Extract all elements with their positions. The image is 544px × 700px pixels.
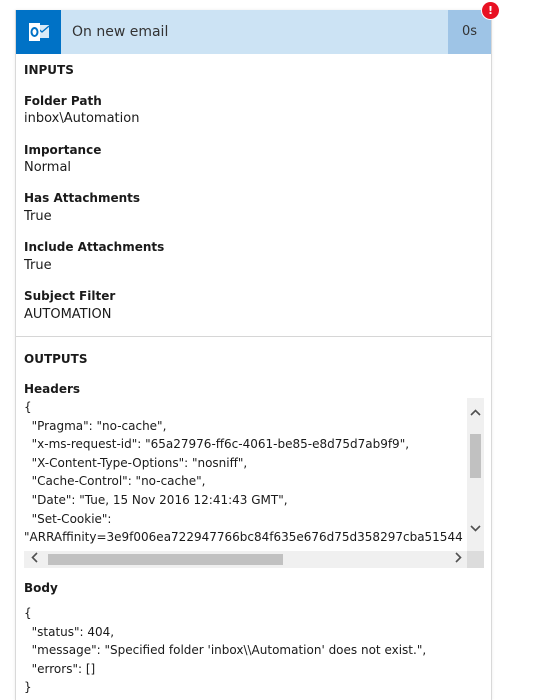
chevron-right-icon[interactable] — [450, 551, 467, 568]
trigger-title: On new email — [72, 24, 169, 40]
field-value-include-attachments: True — [24, 258, 52, 273]
field-value-has-attachments: True — [24, 209, 52, 224]
horizontal-scroll-thumb[interactable] — [48, 554, 283, 565]
scrollbar-corner — [467, 551, 484, 568]
vertical-scrollbar[interactable] — [467, 398, 484, 551]
error-badge: ! — [482, 2, 499, 19]
headers-code-box[interactable]: { "Pragma": "no-cache", "x-ms-request-id… — [24, 398, 484, 568]
outlook-icon — [16, 10, 61, 54]
body-label: Body — [24, 581, 58, 595]
field-value-importance: Normal — [24, 160, 72, 175]
headers-label: Headers — [24, 382, 81, 396]
horizontal-scrollbar[interactable] — [24, 551, 484, 568]
field-label-importance: Importance — [24, 143, 102, 157]
trigger-header[interactable]: On new email 0s — [16, 10, 491, 54]
outputs-heading: OUTPUTS — [24, 352, 88, 366]
chevron-down-icon[interactable] — [467, 520, 484, 537]
body-code-box: { "status": 404, "message": "Specified f… — [24, 604, 484, 697]
chevron-up-icon[interactable] — [467, 404, 484, 421]
inputs-heading: INPUTS — [24, 63, 74, 77]
headers-content: { "Pragma": "no-cache", "x-ms-request-id… — [24, 400, 463, 545]
field-label-has-attachments: Has Attachments — [24, 191, 141, 205]
field-value-subject-filter: AUTOMATION — [24, 307, 112, 322]
field-label-folder-path: Folder Path — [24, 94, 102, 108]
field-label-include-attachments: Include Attachments — [24, 240, 165, 254]
action-card: On new email 0s ! INPUTS Folder Path inb… — [15, 2, 499, 700]
field-value-folder-path: inbox\Automation — [24, 111, 140, 126]
body-content: { "status": 404, "message": "Specified f… — [24, 606, 427, 695]
vertical-scroll-thumb[interactable] — [470, 434, 481, 478]
section-divider — [16, 336, 491, 337]
chevron-left-icon[interactable] — [26, 551, 43, 568]
field-label-subject-filter: Subject Filter — [24, 289, 116, 303]
